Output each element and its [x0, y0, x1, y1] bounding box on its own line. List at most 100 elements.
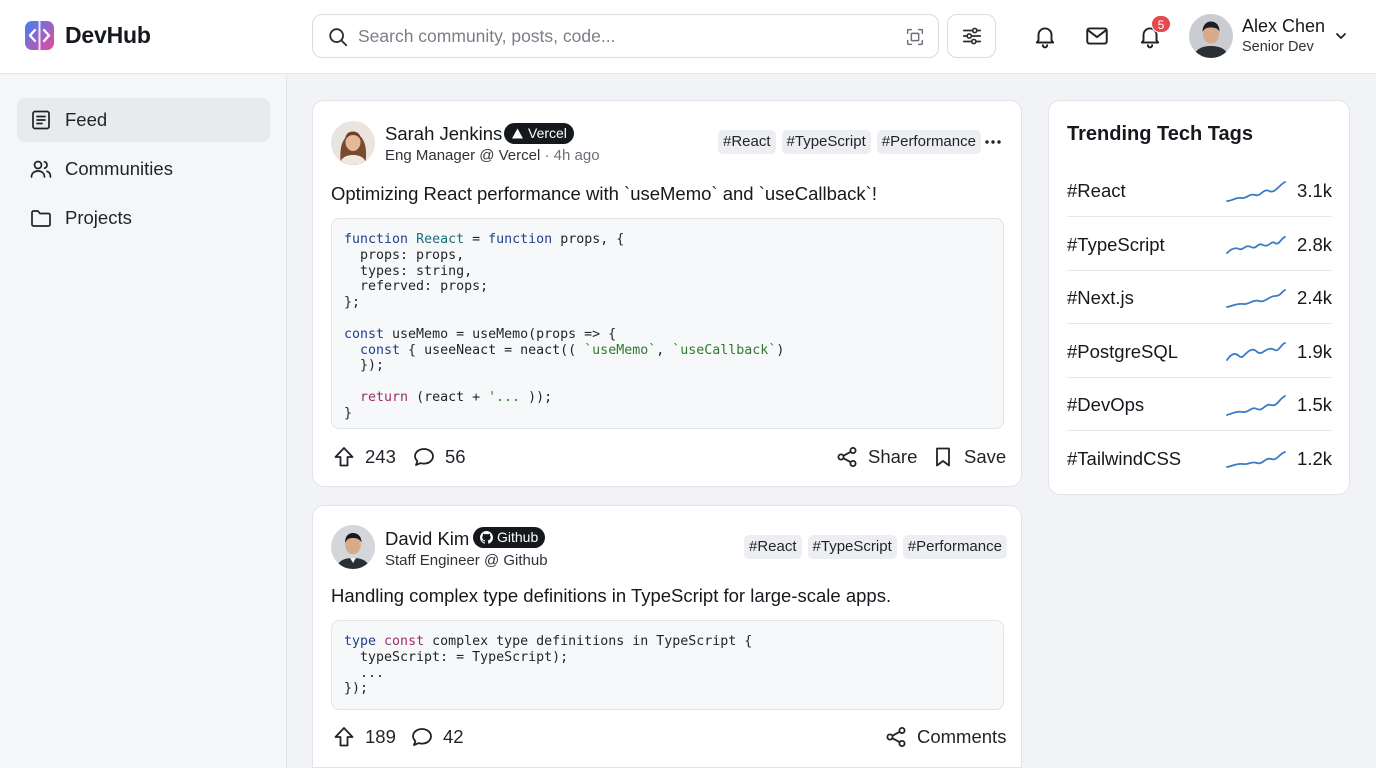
trending-tag-row[interactable]: #PostgreSQL 1.9k [1067, 325, 1332, 378]
author-avatar-image [331, 121, 375, 165]
save-button[interactable]: Save [931, 445, 1006, 469]
search-bar[interactable] [312, 14, 939, 58]
trending-title: Trending Tech Tags [1067, 123, 1253, 145]
author-role: Staff Engineer @ Github [385, 552, 548, 569]
sidebar-item-label: Projects [65, 207, 132, 228]
share-button[interactable]: Share [835, 445, 917, 469]
code-block: function Reeact = function props, { prop… [331, 218, 1004, 429]
sidebar-item-label: Feed [65, 109, 108, 130]
author-meta: Eng Manager @ Vercel · 4h ago [385, 147, 600, 164]
company-badge: Github [473, 527, 546, 548]
sidebar-item-projects[interactable]: Projects [17, 196, 270, 240]
arrow-up-icon [334, 447, 354, 467]
trend-sparkline [1226, 289, 1286, 308]
trend-sparkline [1226, 451, 1286, 468]
sidebar-item-label: Communities [65, 158, 173, 179]
comment-button[interactable]: 42 [410, 725, 464, 749]
trend-sparkline [1226, 342, 1286, 361]
upvote-count: 189 [365, 726, 396, 747]
upvote-count: 243 [365, 446, 396, 467]
sidebar: Feed Communities Projects [0, 75, 287, 768]
trend-sparkline [1226, 181, 1286, 202]
trending-tag-row[interactable]: #DevOps 1.5k [1067, 378, 1332, 431]
tag-chip[interactable]: #TypeScript [807, 535, 897, 559]
author-avatar-image [331, 525, 375, 569]
comment-icon [412, 728, 432, 746]
post-title[interactable]: Optimizing React performance with `useMe… [331, 183, 877, 205]
devhub-logo-icon [25, 21, 54, 50]
sidebar-item-communities[interactable]: Communities [17, 147, 270, 191]
chevron-down-icon[interactable] [1333, 28, 1349, 44]
author-avatar[interactable] [331, 121, 375, 165]
notification-count-badge: 5 [1151, 15, 1171, 33]
company-badge: Vercel [504, 123, 574, 144]
tag-chip[interactable]: #TypeScript [781, 130, 871, 154]
trend-sparkline [1226, 395, 1286, 416]
user-avatar-image [1189, 14, 1233, 58]
upvote-button[interactable]: 189 [332, 725, 396, 749]
author-name[interactable]: David Kim [385, 528, 469, 550]
share-icon [837, 447, 857, 467]
post-title[interactable]: Handling complex type definitions in Typ… [331, 585, 891, 607]
share-icon [886, 727, 906, 747]
comment-count: 42 [443, 726, 464, 747]
tag-chip[interactable]: #React [744, 535, 802, 559]
feed-icon [32, 110, 50, 130]
trending-tag-count: 1.5k [1297, 394, 1332, 415]
comments-link-button[interactable]: Comments [884, 725, 1006, 749]
comment-count: 56 [445, 446, 466, 467]
comment-icon [414, 448, 434, 466]
trending-tag-count: 3.1k [1297, 180, 1332, 201]
bookmark-icon [936, 447, 950, 467]
author-avatar[interactable] [331, 525, 375, 569]
tag-chip[interactable]: #React [718, 130, 776, 154]
user-avatar[interactable] [1189, 14, 1233, 58]
tag-chip[interactable]: #Performance [902, 535, 1007, 559]
trending-tag-row[interactable]: #React 3.1k [1067, 164, 1332, 217]
user-role: Senior Dev [1242, 39, 1314, 55]
more-options-icon[interactable] [983, 132, 1003, 152]
scan-icon[interactable] [904, 26, 926, 48]
post-time: 4h ago [553, 147, 600, 164]
folder-icon [31, 210, 51, 227]
trending-tag-row[interactable]: #TypeScript 2.8k [1067, 218, 1332, 271]
trending-tag-name: #React [1067, 180, 1126, 201]
author-role: Eng Manager @ Vercel [385, 147, 541, 164]
trending-tag-name: #PostgreSQL [1067, 341, 1179, 362]
code-block: type const complex type definitions in T… [331, 620, 1004, 710]
comment-button[interactable]: 56 [412, 445, 466, 469]
top-bar: DevHub 5 Alex Chen Senior De [0, 0, 1376, 74]
post-tags: #React #TypeScript #Performance [744, 535, 1007, 559]
trending-tag-name: #TypeScript [1067, 234, 1165, 255]
user-name[interactable]: Alex Chen [1242, 16, 1325, 37]
filter-button[interactable] [947, 14, 996, 58]
search-icon [329, 28, 348, 47]
author-name[interactable]: Sarah Jenkins [385, 123, 502, 145]
github-icon [480, 531, 493, 544]
bell-icon[interactable] [1032, 23, 1058, 49]
trending-tag-row[interactable]: #Next.js 2.4k [1067, 271, 1332, 324]
vercel-triangle-icon [512, 128, 523, 139]
app-logo[interactable]: DevHub [24, 20, 151, 51]
sliders-icon [962, 27, 981, 45]
trend-sparkline [1226, 236, 1286, 254]
trending-tag-count: 2.4k [1297, 287, 1332, 308]
post-card: Sarah Jenkins Vercel Eng Manager @ Verce… [312, 100, 1022, 487]
users-icon [30, 160, 52, 178]
trending-tag-name: #DevOps [1067, 394, 1145, 415]
post-card: David Kim Github Staff Engineer @ Github… [312, 505, 1022, 768]
post-tags: #React #TypeScript #Performance [718, 130, 981, 154]
trending-tags-panel: Trending Tech Tags #React 3.1k #TypeScri… [1048, 100, 1350, 495]
app-name: DevHub [65, 22, 151, 48]
trending-tag-row[interactable]: #TailwindCSS 1.2k [1067, 432, 1332, 485]
trending-tag-count: 1.9k [1297, 341, 1332, 362]
trending-tag-name: #Next.js [1067, 287, 1134, 308]
tag-chip[interactable]: #Performance [876, 130, 981, 154]
arrow-up-icon [334, 727, 354, 747]
trending-tag-count: 2.8k [1297, 234, 1332, 255]
upvote-button[interactable]: 243 [332, 445, 396, 469]
sidebar-item-feed[interactable]: Feed [17, 98, 270, 142]
mail-icon[interactable] [1084, 23, 1110, 49]
trending-tag-name: #TailwindCSS [1067, 448, 1182, 469]
search-input[interactable] [358, 23, 878, 49]
